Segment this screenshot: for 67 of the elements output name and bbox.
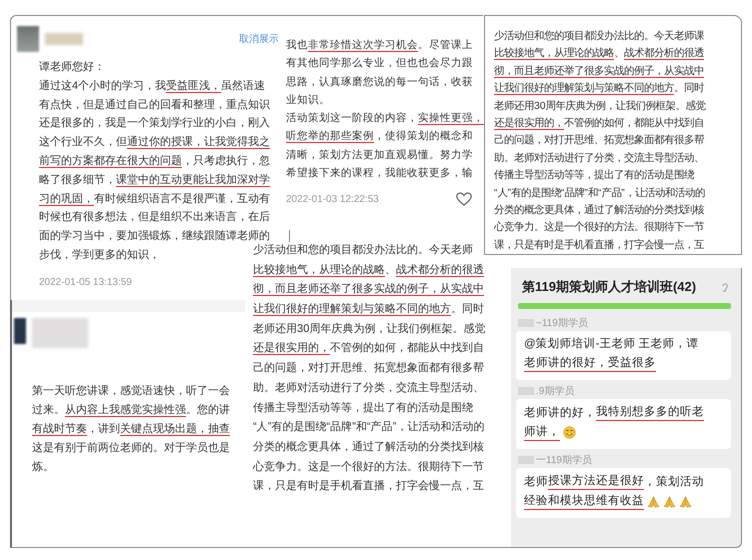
text-line: 业知识。 [286, 92, 330, 108]
text-line: 有其他同学那么专业，但也也会尽力跟 [286, 56, 473, 72]
text-line: 老师讲的很好，受益很多 [524, 355, 656, 372]
sender-name: ~119期学员 [536, 316, 588, 330]
text-line: 思路，认真琢磨您说的每一句话，收获 [286, 74, 473, 90]
text-line: 助。老师对活动进行了分类，交流主导型活动、 [494, 151, 704, 166]
text-line: 师讲， [524, 424, 576, 441]
text-line: 少活动但和您的项目都没办法比的。今天老师 [253, 243, 473, 258]
text-line: 这是有别于前两位老师的。对于学员也是 [32, 441, 230, 456]
text-line: 希望接下来的课程，我能收获更多，输 [286, 166, 473, 182]
text-line: 老师讲的好，我特别想多多的听老 [524, 404, 704, 421]
text-line: 彻，而且老师还举了很多实战的例子，从实战中 [494, 64, 704, 79]
chat-title: 第119期策划师人才培训班(42) [522, 278, 696, 296]
text-line: @策划师培训-王老师 王老师，谭 [524, 336, 699, 352]
text-line: 课，只是有时是手机看直播，打字会慢一点，互 [494, 238, 704, 253]
timestamp: 2022-01-03 12:22:53 [286, 194, 379, 206]
text-line: 比较接地气，从理论的战略、战术都分析的很透 [253, 262, 484, 278]
blurred-name [32, 318, 88, 348]
text-line: 传播主导型活动等等，提出了有的活动是围绕 [253, 400, 473, 416]
text-line: 老师还用30周年庆典为例，让我们例框架。感觉 [494, 99, 706, 114]
text-line: 谭老师您好： [39, 60, 105, 75]
text-line: 步伐，学到更多的知识， [39, 248, 160, 263]
timestamp: 2022-01-05 13:13:59 [39, 276, 132, 288]
text-line: 炼。 [32, 460, 54, 475]
text-line: 听您举的那些案例，使得策划的概念和 [286, 129, 473, 144]
text-line: 让我们很好的理解策划与策略不同的地方。同时 [494, 81, 704, 96]
text-line: 还是很多的，我是一个策划学行业的小白，刚入 [39, 116, 270, 132]
text-line: 心竞争力。这是一个很好的方法。很期待下一节 [494, 220, 704, 236]
blurred-avatar [17, 26, 39, 52]
text-line: 传播主导型活动等等，提出了有的活动是围绕 [494, 168, 694, 184]
text-line: 有点快，但是通过自己的回看和整理，重点知识 [39, 98, 270, 113]
text-line: 时候也有很多想法，但是组织不出来语言，在后 [39, 210, 270, 226]
text-line: 彻，而且老师还举了很多实战的例子，从实战中 [253, 282, 484, 298]
heart-icon[interactable] [456, 192, 472, 208]
text-line: 少活动但和您的项目都没办法比的。今天老师课 [494, 29, 704, 44]
text-line: 习的巩固，有时候组织语言不是很严谨，互动有 [39, 192, 270, 207]
text-line: 第一天听您讲课，感觉语速快，听了一会 [32, 384, 230, 399]
text-line: 我也非常珍惜这次学习机会。尽管课上 [286, 38, 473, 53]
text-line: 分类的概念更具体，通过了解活动的分类找到核 [494, 203, 704, 218]
text-line: 让我们很好的理解策划与策略不同的地方。同时 [253, 302, 484, 318]
text-line: 课，只是有时是手机看直播，打字会慢一点，互 [253, 478, 484, 494]
text-line: 还是很实用的，不管例的如何，都能从中找到自 [253, 340, 484, 356]
blurred-name [45, 33, 83, 45]
text-line: 略了很多细节，课堂中的互动更能让我加深对学 [39, 172, 270, 188]
text-line: 己的问题，对打开思维、拓宽想象面都有很多帮 [253, 360, 484, 376]
text-line: 分类的概念更具体，通过了解活动的分类找到核 [253, 440, 484, 455]
text-line: 面的学习当中，要加强锻炼，继续跟随谭老师的 [39, 229, 270, 244]
blurred-avatar [14, 318, 26, 344]
text-line: 这个行业不久，但通过你的授课，让我觉得我之 [39, 135, 270, 150]
sender-name: .9期学员 [536, 384, 574, 398]
text-line: 心竞争力。这是一个很好的方法。很期待下一节 [253, 460, 484, 475]
text-line: 己的问题，对打开思维、拓宽想象面都有很多帮 [494, 133, 704, 148]
text-line: “人”有的是围绕“品牌”和“产品”，让活动和活动的 [253, 420, 484, 436]
text-line: 老师还用30周年庆典为例，让我们例框架。感觉 [253, 322, 486, 337]
text-line: 比较接地气，从理论的战略、战术都分析的很透 [494, 46, 704, 62]
text-line: 过来。从内容上我感觉实操性强。您的讲 [32, 403, 230, 418]
text-line: 清晰，策划方法更加直观易懂。努力学 [286, 148, 473, 163]
text-line: 经验和模块思维有收益 [524, 493, 692, 510]
sender-name: 一119期学员 [536, 454, 592, 467]
hide-link[interactable]: 取消展示 [239, 32, 279, 46]
text-line: “人”有的是围绕“品牌”和“产品”，让活动和活动的 [494, 186, 705, 201]
text-line: 老师授课方法还是很好，策划活动 [524, 473, 704, 490]
text-line: 有战时节奏，讲到关键点现场出题，抽查 [32, 422, 230, 437]
text-line: 通过这4个小时的学习，我受益匪浅，虽然语速 [39, 78, 266, 94]
text-line: 还是很实用的，不管例的如何，都能从中找到自 [494, 116, 704, 131]
text-line: 前写的方案都存在很大的问题，只考虑执行，忽 [39, 154, 270, 169]
text-line: 助。老师对活动进行了分类，交流主导型活动、 [253, 380, 484, 396]
